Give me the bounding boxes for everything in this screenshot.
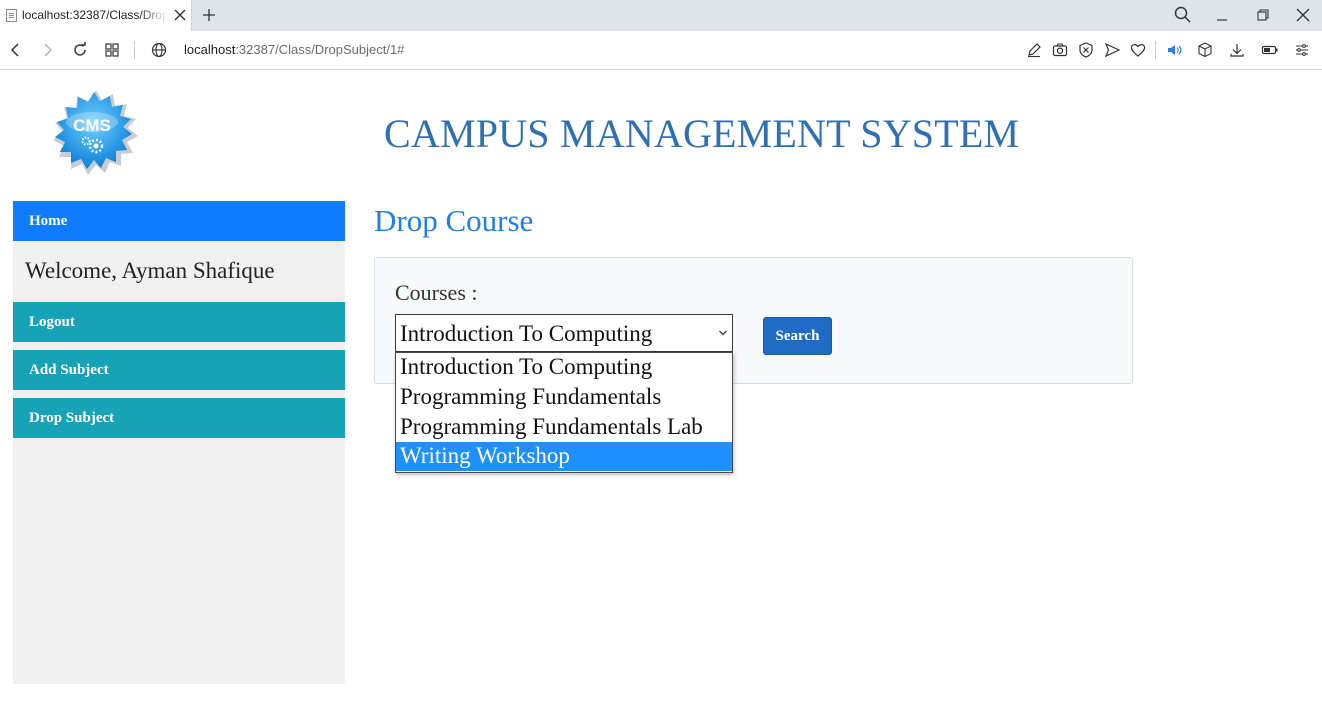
course-option[interactable]: Introduction To Computing: [396, 353, 732, 382]
restore-icon[interactable]: [1253, 5, 1273, 25]
cube-icon[interactable]: [1196, 41, 1214, 59]
shield-x-icon[interactable]: [1077, 41, 1095, 59]
course-dropdown-list: Introduction To Computing Programming Fu…: [395, 352, 733, 473]
forward-icon[interactable]: [38, 41, 56, 59]
search-button[interactable]: Search: [763, 317, 832, 355]
sidebar-item-add-subject[interactable]: Add Subject: [13, 350, 345, 390]
heart-icon[interactable]: [1129, 41, 1147, 59]
cms-logo: CMS: [44, 86, 144, 184]
download-icon[interactable]: [1228, 41, 1246, 59]
reload-icon[interactable]: [71, 41, 89, 59]
tab-title: localhost:32387/Class/DropSubject/1#: [22, 8, 168, 22]
course-option[interactable]: Programming Fundamentals Lab: [396, 413, 732, 442]
course-select[interactable]: Introduction To Computing: [395, 314, 733, 352]
grid-icon[interactable]: [103, 41, 121, 59]
browser-toolbar: localhost:32387/Class/DropSubject/1#: [0, 31, 1322, 70]
page-title: Drop Course: [374, 203, 534, 238]
close-window-icon[interactable]: [1293, 5, 1313, 25]
course-option-highlighted[interactable]: Writing Workshop: [396, 442, 732, 471]
site-title: CAMPUS MANAGEMENT SYSTEM: [384, 111, 1020, 156]
battery-icon[interactable]: [1261, 41, 1279, 59]
back-icon[interactable]: [7, 41, 25, 59]
courses-label: Courses :: [395, 280, 478, 305]
globe-icon[interactable]: [150, 41, 168, 59]
toolbar-divider: [134, 41, 135, 59]
sidebar-item-logout[interactable]: Logout: [13, 302, 345, 342]
address-bar[interactable]: localhost:32387/Class/DropSubject/1#: [184, 42, 404, 57]
speaker-icon[interactable]: [1166, 41, 1184, 59]
camera-icon[interactable]: [1051, 41, 1069, 59]
plus-icon[interactable]: [200, 6, 218, 24]
close-icon[interactable]: [172, 7, 188, 23]
url-path: :32387/Class/DropSubject/1#: [235, 42, 405, 57]
url-host: localhost: [184, 42, 236, 57]
chevron-down-icon: [718, 328, 728, 338]
welcome-text: Welcome, Ayman Shafique: [25, 258, 275, 283]
send-icon[interactable]: [1103, 41, 1121, 59]
settings-icon[interactable]: [1293, 41, 1311, 59]
search-icon[interactable]: [1173, 5, 1193, 25]
toolbar-divider: [1155, 41, 1156, 59]
browser-tab[interactable]: localhost:32387/Class/DropSubject/1#: [0, 0, 192, 31]
sidebar-item-home[interactable]: Home: [13, 201, 345, 241]
sidebar-item-drop-subject[interactable]: Drop Subject: [13, 398, 345, 438]
minimize-icon[interactable]: [1212, 5, 1232, 25]
sidebar: Home Welcome, Ayman Shafique Logout Add …: [13, 201, 345, 684]
page-icon: [6, 9, 17, 22]
course-select-value: Introduction To Computing: [400, 321, 653, 346]
browser-tab-bar: localhost:32387/Class/DropSubject/1#: [0, 0, 1322, 31]
course-option[interactable]: Programming Fundamentals: [396, 383, 732, 412]
logo-text: CMS: [73, 116, 111, 135]
edit-icon[interactable]: [1025, 41, 1043, 59]
